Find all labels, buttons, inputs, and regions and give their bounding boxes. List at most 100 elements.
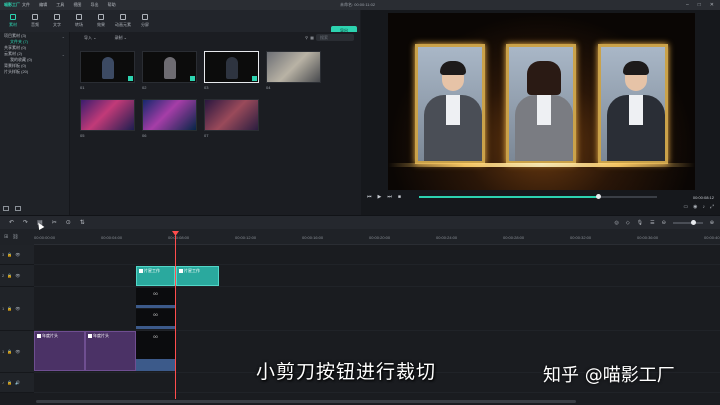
media-thumbnail[interactable] <box>204 51 259 83</box>
media-thumbnail[interactable] <box>80 51 135 83</box>
portrait-shirt <box>537 95 551 125</box>
menu-view[interactable]: 视图 <box>73 2 81 7</box>
playhead[interactable] <box>175 231 176 399</box>
tab-split-screen[interactable]: 分屏 <box>134 12 156 30</box>
marker-icon[interactable]: ◇ <box>626 220 630 226</box>
filter-icon[interactable]: ⚲ <box>305 35 308 40</box>
snapshot-icon[interactable]: ◉ <box>693 204 697 210</box>
minimize-icon[interactable]: – <box>686 2 689 8</box>
redo-icon[interactable]: ↷ <box>23 219 28 226</box>
import-label: 导入 <box>84 34 92 40</box>
new-folder-icon[interactable] <box>3 206 9 211</box>
music-icon: ♪ <box>2 380 4 385</box>
tab-label: 分屏 <box>141 22 149 27</box>
zoom-in-icon[interactable]: ⊕ <box>710 220 714 226</box>
thumb-label: 05 <box>80 133 85 138</box>
undo-icon[interactable]: ↶ <box>9 219 14 226</box>
clip-icon <box>37 333 41 338</box>
tab-audio[interactable]: 音频 <box>24 12 46 30</box>
fullscreen-icon[interactable]: ⤢ <box>710 204 714 210</box>
video-clip[interactable]: 00 <box>136 288 175 308</box>
eye-icon[interactable]: 👁 <box>15 252 20 257</box>
ruler-tick-label: 00:00:04:00 <box>101 235 123 240</box>
grid-view-icon[interactable]: ▦ <box>310 35 314 40</box>
video-clip[interactable]: 00 <box>136 309 175 329</box>
volume-icon[interactable]: ♪ <box>702 204 705 210</box>
search-input[interactable]: 搜索 <box>316 34 354 41</box>
preview-canvas[interactable] <box>388 13 695 190</box>
clip-label: 00 <box>153 291 158 296</box>
close-icon[interactable]: ✕ <box>710 2 714 8</box>
zoom-handle[interactable] <box>690 219 696 225</box>
tab-text[interactable]: 文字 <box>46 12 68 30</box>
link-icon[interactable]: ⛓ <box>12 234 18 245</box>
ruler-tick-label: 00:00:24:00 <box>436 235 458 240</box>
effects-icon <box>98 14 104 20</box>
checkmark-icon <box>252 76 257 81</box>
timeline-toolbar: ↶ ↷ ▤ ✂ ⊙ ⇅ ◎ ◇ 🎙 ☰ ⊖ ⊕ <box>0 215 720 229</box>
timeline-scrollbar[interactable] <box>36 400 576 403</box>
tab-effects[interactable]: 效果 <box>90 12 112 30</box>
watermark: 知乎 @喵影工厂 <box>543 365 675 386</box>
video-clip[interactable]: 00 <box>136 331 175 371</box>
title-clip[interactable]: 片星工作 <box>176 266 219 286</box>
stage-glow <box>388 163 695 167</box>
video-subtitle: 小剪刀按钮进行裁切 <box>256 361 437 383</box>
import-dropdown[interactable]: 导入 ⌄ <box>84 35 96 41</box>
media-thumbnail[interactable] <box>266 51 321 83</box>
preview-scrubber[interactable] <box>419 194 657 199</box>
intro-clip[interactable]: 年度片头 <box>85 331 136 371</box>
scissors-icon[interactable]: ✂ <box>52 219 57 226</box>
scrubber-handle[interactable] <box>595 194 601 199</box>
maximize-icon[interactable]: □ <box>698 2 701 8</box>
eye-icon[interactable]: 👁 <box>15 273 20 278</box>
tab-media[interactable]: 素材 <box>2 12 24 30</box>
menu-tools[interactable]: 工具 <box>56 2 64 7</box>
lock-icon[interactable]: 🔒 <box>7 273 12 278</box>
record-dropdown[interactable]: 录制 ⌄ <box>114 35 126 41</box>
timeline-ruler[interactable]: 00:00:00:00 00:00:04:00 00:00:08:00 00:00:1… <box>34 229 720 245</box>
menu-export[interactable]: 导出 <box>91 2 99 7</box>
audio-mixer-icon[interactable]: ☰ <box>650 220 654 226</box>
folder-icon[interactable] <box>15 206 21 211</box>
menu-file[interactable]: 文件 <box>22 2 30 7</box>
stop-icon[interactable]: ■ <box>398 194 401 200</box>
media-thumbnail[interactable] <box>204 99 259 131</box>
portrait-frame <box>415 44 485 164</box>
eye-icon[interactable]: 👁 <box>15 349 20 354</box>
tab-transitions[interactable]: 转场 <box>68 12 90 30</box>
eye-icon[interactable]: 👁 <box>15 306 20 311</box>
speaker-icon[interactable]: 🔊 <box>15 380 20 385</box>
lock-icon[interactable]: 🔒 <box>7 349 12 354</box>
next-frame-icon[interactable]: ⏭ <box>387 194 392 200</box>
previous-frame-icon[interactable]: ⏮ <box>367 194 372 200</box>
clip-label: 00 <box>153 312 158 317</box>
render-icon[interactable]: ◎ <box>615 220 619 226</box>
portrait-hair <box>440 61 466 75</box>
play-icon[interactable]: ▶ <box>378 194 382 200</box>
lock-icon[interactable]: 🔒 <box>7 252 12 257</box>
chevron-down-icon: ⌄ <box>61 51 65 57</box>
sidebar-item-intro-samples[interactable]: 片头样板 (20) <box>0 69 69 75</box>
ruler-tick-label: 00:00:12:00 <box>235 235 257 240</box>
crop-icon[interactable]: ⊙ <box>66 219 71 226</box>
zoom-out-icon[interactable]: ⊖ <box>662 220 666 226</box>
monitor-icon[interactable]: ▭ <box>683 204 688 210</box>
add-track-icon[interactable]: ⊞ <box>4 234 8 245</box>
lock-icon[interactable]: 🔒 <box>7 380 12 385</box>
sidebar-footer <box>3 206 21 211</box>
intro-clip[interactable]: 年度片头 <box>34 331 85 371</box>
mic-icon[interactable]: 🎙 <box>637 220 643 226</box>
media-thumbnail[interactable] <box>142 51 197 83</box>
clip-label: 片星工作 <box>184 268 200 273</box>
adjust-icon[interactable]: ⇅ <box>80 219 85 226</box>
title-bar: 喵影工厂 文件 编辑 工具 视图 导出 帮助 未命名: 00:00:11:02 … <box>0 0 720 10</box>
menu-edit[interactable]: 编辑 <box>39 2 47 7</box>
title-clip[interactable]: 片星工作 <box>136 266 175 286</box>
tab-elements[interactable]: 动画元素 <box>112 12 134 30</box>
media-thumbnail[interactable] <box>80 99 135 131</box>
zoom-slider[interactable] <box>672 219 703 225</box>
menu-help[interactable]: 帮助 <box>108 2 116 7</box>
lock-icon[interactable]: 🔒 <box>7 306 12 311</box>
media-thumbnail[interactable] <box>142 99 197 131</box>
